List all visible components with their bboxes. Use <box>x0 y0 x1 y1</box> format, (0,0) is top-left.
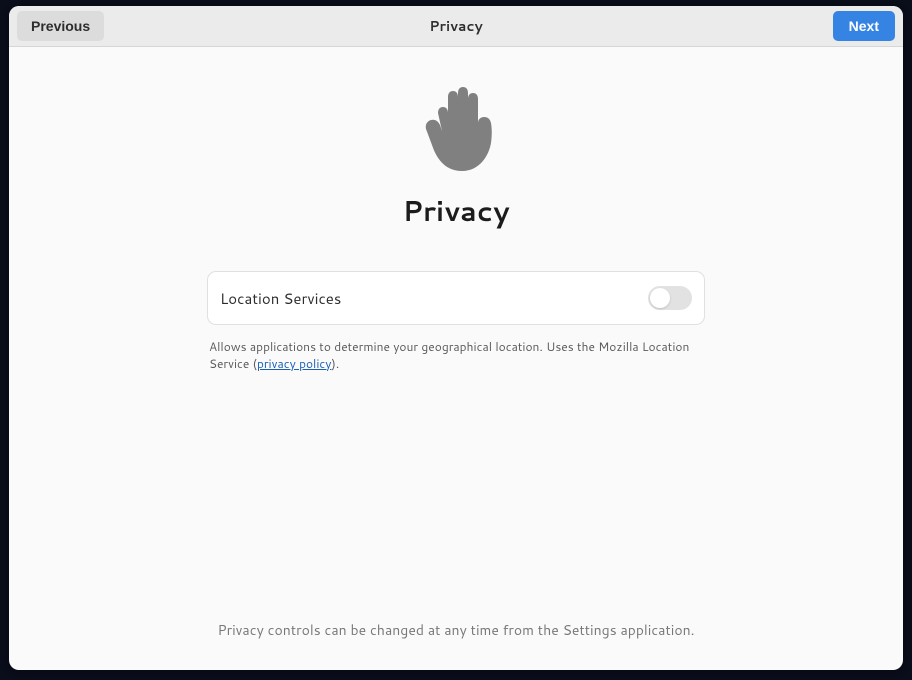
setup-window: Previous Privacy Next Privacy Location S… <box>9 6 903 670</box>
hand-icon <box>414 85 498 179</box>
header-title: Privacy <box>429 16 483 36</box>
settings-panel: Location Services Allows applications to… <box>207 271 705 373</box>
content-area: Privacy Location Services Allows applica… <box>9 47 903 670</box>
footer-note: Privacy controls can be changed at any t… <box>9 620 903 640</box>
location-services-description: Allows applications to determine your ge… <box>207 339 705 373</box>
previous-button[interactable]: Previous <box>17 11 104 41</box>
headerbar: Previous Privacy Next <box>9 6 903 47</box>
location-services-row: Location Services <box>207 271 705 325</box>
description-text-suffix: ). <box>332 355 340 372</box>
location-services-toggle[interactable] <box>648 286 692 310</box>
page-heading: Privacy <box>402 191 509 231</box>
location-services-label: Location Services <box>220 288 341 309</box>
toggle-knob <box>650 288 670 308</box>
next-button[interactable]: Next <box>833 11 895 41</box>
privacy-policy-link[interactable]: privacy policy <box>257 355 332 372</box>
